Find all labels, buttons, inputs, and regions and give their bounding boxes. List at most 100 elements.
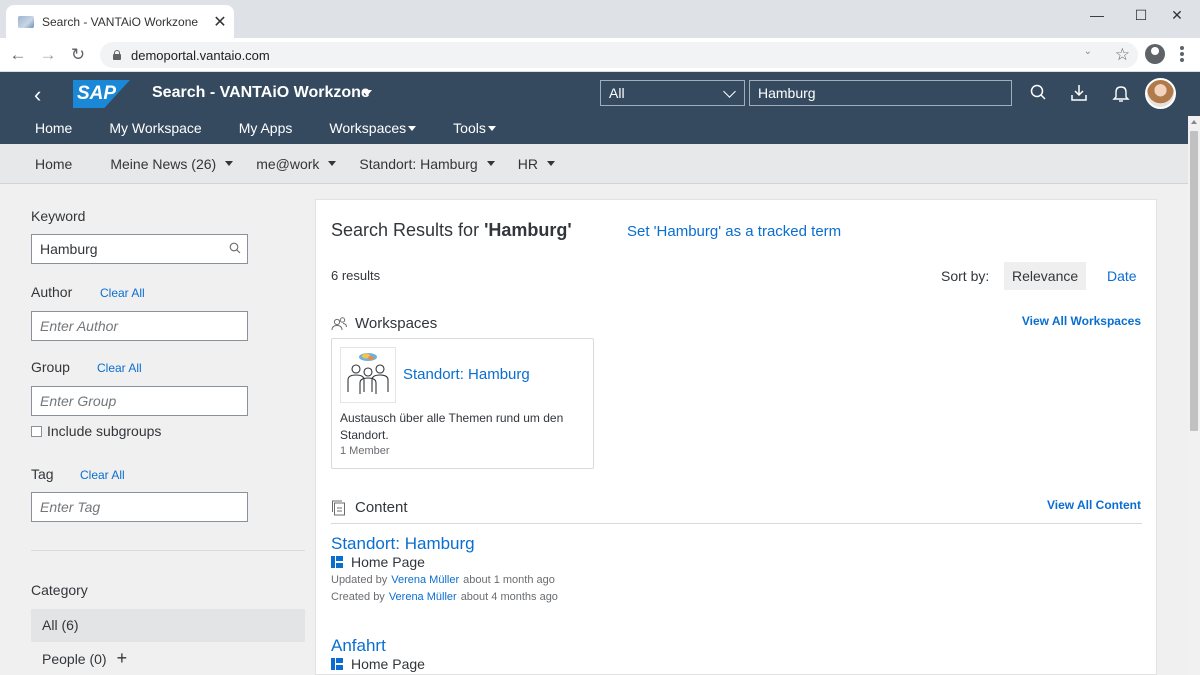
people-group-icon xyxy=(347,353,389,394)
view-all-workspaces-link[interactable]: View All Workspaces xyxy=(1022,314,1141,328)
bell-icon[interactable] xyxy=(1110,82,1132,104)
topnav-my-workspace-label: My Workspace xyxy=(109,120,202,136)
browser-titlebar: Search - VANTAiO Workzone ✕ — ☐ ✕ xyxy=(0,0,1200,38)
subnav-me-at-work[interactable]: me@work xyxy=(256,156,337,172)
content-item-title-link[interactable]: Standort: Hamburg xyxy=(331,534,475,554)
search-results-card: Search Results for 'Hamburg' Set 'Hambur… xyxy=(315,199,1157,675)
caret-down-icon xyxy=(408,125,417,131)
category-people[interactable]: People (0) + xyxy=(31,643,305,675)
subnav-meine-news-label: Meine News (26) xyxy=(110,155,217,172)
scroll-up-arrow-icon[interactable] xyxy=(1191,120,1197,124)
shell-search-input[interactable]: Hamburg xyxy=(749,80,1012,106)
keyword-input[interactable]: Hamburg xyxy=(31,234,248,264)
sort-date-button[interactable]: Date xyxy=(1099,262,1145,290)
bookmark-star-icon[interactable]: ☆ xyxy=(1115,45,1130,65)
close-tab-icon[interactable]: ✕ xyxy=(206,12,234,32)
updated-by-label: Updated by xyxy=(331,574,388,586)
subnav-home[interactable]: Home xyxy=(35,156,72,172)
topnav-workspaces[interactable]: Workspaces xyxy=(329,117,417,139)
topnav-my-workspace[interactable]: My Workspace xyxy=(109,117,201,139)
sub-navigation: Home Meine News (26) me@work Standort: H… xyxy=(0,144,1188,184)
content-item-type: Home Page xyxy=(331,656,425,672)
results-title: Search Results for 'Hamburg' xyxy=(331,220,572,241)
group-label: Group xyxy=(31,359,70,375)
favicon-icon xyxy=(18,15,34,28)
results-term: 'Hamburg' xyxy=(484,220,572,240)
track-term-link[interactable]: Set 'Hamburg' as a tracked term xyxy=(627,223,841,240)
topnav-home-label: Home xyxy=(35,120,73,136)
subnav-standort-hamburg-label: Standort: Hamburg xyxy=(359,155,478,172)
author-input[interactable]: Enter Author xyxy=(31,311,248,341)
shell-back-icon[interactable]: ‹ xyxy=(34,82,41,108)
group-clear-all-link[interactable]: Clear All xyxy=(97,361,142,375)
workspace-image xyxy=(340,347,396,403)
app-title[interactable]: Search - VANTAiO Workzone xyxy=(152,84,370,102)
lock-icon xyxy=(112,50,121,60)
scrollbar-thumb[interactable] xyxy=(1190,131,1198,431)
browser-menu-icon[interactable] xyxy=(1180,44,1184,64)
topnav-tools[interactable]: Tools xyxy=(453,117,496,139)
minimize-window-button[interactable]: — xyxy=(1074,0,1120,30)
reload-icon[interactable]: ↻ xyxy=(66,44,90,66)
page-scrollbar[interactable] xyxy=(1188,116,1200,675)
created-when: about 4 months ago xyxy=(460,591,558,603)
keyword-label: Keyword xyxy=(31,208,86,224)
group-input[interactable]: Enter Group xyxy=(31,386,248,416)
search-icon[interactable] xyxy=(229,242,241,254)
tag-label: Tag xyxy=(31,466,54,482)
shell-header: ‹ SAP Search - VANTAiO Workzone All Hamb… xyxy=(0,72,1200,144)
workspaces-section-title: Workspaces xyxy=(331,315,437,332)
subnav-hr-label: HR xyxy=(517,155,538,172)
caret-down-icon xyxy=(225,161,234,166)
user-avatar[interactable] xyxy=(1145,78,1176,109)
documents-icon xyxy=(332,500,345,515)
profile-icon[interactable] xyxy=(1145,44,1165,64)
workspace-description: Austausch über alle Themen rund um den S… xyxy=(340,411,564,442)
sort-relevance-button[interactable]: Relevance xyxy=(1004,262,1087,290)
app-title-caret-icon[interactable] xyxy=(362,90,372,96)
results-count: 6 results xyxy=(331,268,381,283)
author-clear-all-link[interactable]: Clear All xyxy=(100,286,145,300)
tab-title: Search - VANTAiO Workzone xyxy=(42,14,199,29)
subnav-meine-news[interactable]: Meine News (26) xyxy=(110,155,234,172)
topnav-my-apps[interactable]: My Apps xyxy=(239,117,293,139)
updated-user-link[interactable]: Verena Müller xyxy=(391,574,459,586)
topnav-my-apps-label: My Apps xyxy=(238,120,293,136)
home-page-icon xyxy=(331,556,343,568)
category-label: Category xyxy=(31,582,88,598)
top-navigation: Home My Workspace My Apps Workspaces Too… xyxy=(0,117,533,139)
download-icon[interactable] xyxy=(1068,82,1090,104)
address-bar[interactable]: demoportal.vantaio.com ⌄ ☆ xyxy=(100,42,1138,68)
author-label: Author xyxy=(31,284,73,300)
include-subgroups-checkbox[interactable] xyxy=(31,426,42,437)
created-user-link[interactable]: Verena Müller xyxy=(389,591,457,603)
search-scope-value: All xyxy=(609,85,625,101)
content-item-type-label: Home Page xyxy=(351,554,425,570)
created-by-label: Created by xyxy=(331,591,385,603)
workspace-name-link[interactable]: Standort: Hamburg xyxy=(403,366,530,383)
updated-when: about 1 month ago xyxy=(463,574,555,586)
download-indicator-icon[interactable]: ⌄ xyxy=(1084,46,1092,57)
content-item-title-link[interactable]: Anfahrt xyxy=(331,636,386,656)
back-arrow-icon[interactable]: ← xyxy=(6,44,30,66)
forward-arrow-icon[interactable]: → xyxy=(36,44,60,66)
topnav-home[interactable]: Home xyxy=(35,117,72,139)
tag-input[interactable]: Enter Tag xyxy=(31,492,248,522)
tag-clear-all-link[interactable]: Clear All xyxy=(80,468,125,482)
category-all[interactable]: All (6) xyxy=(31,609,305,642)
view-all-content-link[interactable]: View All Content xyxy=(1047,498,1141,512)
sap-logo[interactable]: SAP xyxy=(73,80,130,108)
subnav-hr[interactable]: HR xyxy=(518,156,555,172)
plus-icon[interactable]: + xyxy=(117,649,128,667)
workspace-member-count: 1 Member xyxy=(340,445,390,457)
browser-tab[interactable]: Search - VANTAiO Workzone ✕ xyxy=(6,5,234,38)
close-window-button[interactable]: ✕ xyxy=(1154,0,1200,30)
subnav-standort-hamburg[interactable]: Standort: Hamburg xyxy=(359,155,495,172)
subnav-home-label: Home xyxy=(35,155,73,172)
workspace-card[interactable]: Standort: Hamburg Austausch über alle Th… xyxy=(331,338,594,469)
topnav-tools-label: Tools xyxy=(453,120,486,136)
content-title-label: Content xyxy=(355,499,408,516)
results-title-prefix: Search Results for xyxy=(331,220,480,240)
search-icon[interactable] xyxy=(1028,82,1050,104)
search-scope-select[interactable]: All xyxy=(600,80,745,106)
